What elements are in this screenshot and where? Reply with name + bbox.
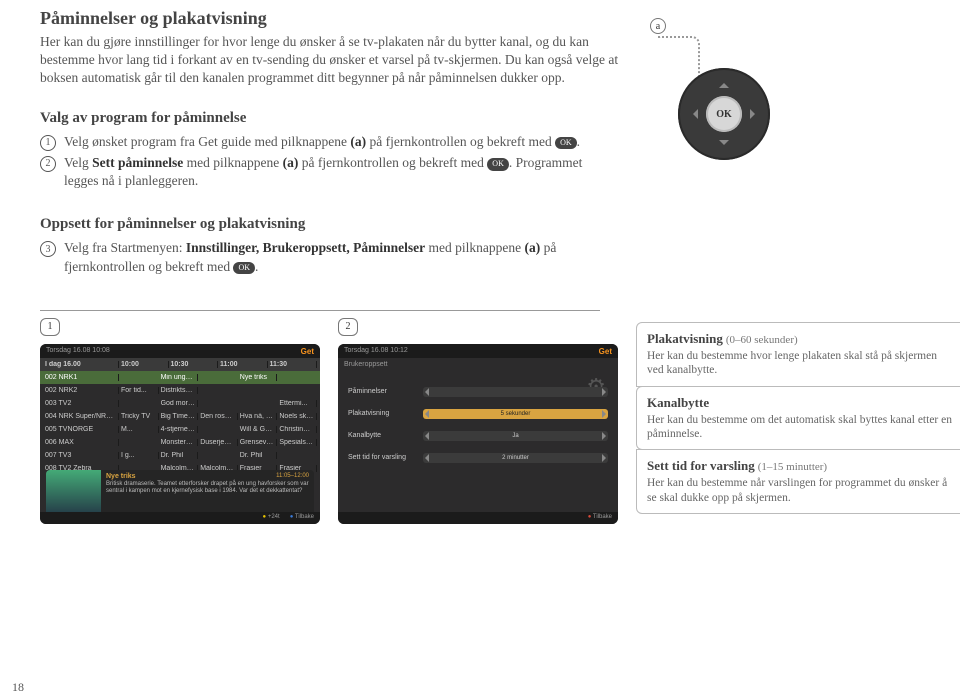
- step-1: 1 Velg ønsket program fra Get guide med …: [40, 133, 620, 151]
- ref-a3: (a): [524, 240, 540, 255]
- step-number-3: 3: [40, 241, 56, 257]
- arrow-right-icon: [750, 109, 760, 119]
- step2-text-b: med pilknappene: [183, 155, 282, 170]
- page-title: Påminnelser og plakatvisning: [40, 8, 620, 29]
- shot1-date: Torsdag 16.08 10:08: [46, 347, 110, 354]
- step3-text-b: med pilknappene: [425, 240, 524, 255]
- step3-bold: Innstillinger, Brukeroppsett, Påminnelse…: [186, 240, 425, 255]
- step3-text-a: Velg fra Startmenyen:: [64, 240, 186, 255]
- info-plakatvisning: Plakatvisning (0–60 sekunder) Her kan du…: [636, 322, 960, 387]
- info3-title: Sett tid for varsling: [647, 458, 755, 473]
- shot2-date: Torsdag 16.08 10:12: [344, 347, 408, 354]
- intro-text: Her kan du gjøre innstillinger for hvor …: [40, 33, 620, 88]
- ok-button: OK: [706, 96, 742, 132]
- ref-a2: (a): [283, 155, 299, 170]
- step2-bold: Sett påminnelse: [92, 155, 183, 170]
- page-number: 18: [12, 680, 24, 695]
- ref-a: (a): [350, 134, 366, 149]
- screenshot-epg: Torsdag 16.08 10:08 Get I dag 16.0010:001…: [40, 344, 320, 524]
- logo-icon-2: Get: [599, 347, 612, 356]
- logo-icon: Get: [301, 347, 314, 356]
- legend-red: Tilbake: [588, 514, 612, 522]
- screenshot-badge-2: 2: [338, 318, 358, 336]
- popup-title: Nye triks: [106, 473, 136, 480]
- dpad: OK: [678, 68, 770, 160]
- info1-title: Plakatvisning: [647, 331, 723, 346]
- step1-text-a: Velg ønsket program fra Get guide med pi…: [64, 134, 350, 149]
- arrow-down-icon: [719, 140, 729, 150]
- step-3: 3 Velg fra Startmenyen: Innstillinger, B…: [40, 239, 620, 275]
- info1-body: Her kan du bestemme hvor lenge plakaten …: [647, 349, 955, 378]
- info-sett-tid: Sett tid for varsling (1–15 minutter) He…: [636, 449, 960, 514]
- epg-header: I dag 16.0010:0010:3011:0011:30: [40, 358, 320, 371]
- screenshot-settings: Torsdag 16.08 10:12Get Brukeroppsett ⚙ P…: [338, 344, 618, 524]
- info-kanalbytte: Kanalbytte Her kan du bestemme om det au…: [636, 386, 960, 451]
- legend-blue: Tilbake: [290, 514, 314, 522]
- marker-a: a: [650, 18, 666, 34]
- step2-text-a: Velg: [64, 155, 92, 170]
- popup-desc: Britisk dramaserie. Teamet etterforsker …: [106, 481, 309, 494]
- screenshot-badge-1: 1: [40, 318, 60, 336]
- breadcrumb: Brukeroppsett: [338, 358, 618, 371]
- ok-chip-2: OK: [487, 158, 509, 171]
- step-2: 2 Velg Sett påminnelse med pilknappene (…: [40, 154, 620, 190]
- step-number-2: 2: [40, 156, 56, 172]
- arrow-left-icon: [688, 109, 698, 119]
- step1-text-b: på fjernkontrollen og bekreft med: [366, 134, 555, 149]
- legend-yellow: +24t: [263, 514, 280, 522]
- popup-time: 11:05–12:00: [276, 473, 309, 480]
- program-popup: Nye triks 11:05–12:00 Britisk dramaserie…: [46, 470, 314, 518]
- info3-body: Her kan du bestemme når varslingen for p…: [647, 476, 955, 505]
- section1-heading: Valg av program for påminnelse: [40, 110, 620, 127]
- info2-title: Kanalbytte: [647, 395, 709, 410]
- section2-heading: Oppsett for påminnelser og plakatvisning: [40, 216, 620, 233]
- ok-chip: OK: [555, 137, 577, 150]
- info1-sub: (0–60 sekunder): [726, 334, 798, 346]
- step2-text-c: på fjernkontrollen og bekreft med: [298, 155, 487, 170]
- popup-thumbnail: [46, 470, 101, 518]
- ok-chip-3: OK: [233, 262, 255, 275]
- info2-body: Her kan du bestemme om det automatisk sk…: [647, 413, 955, 442]
- step-number-1: 1: [40, 135, 56, 151]
- info3-sub: (1–15 minutter): [758, 461, 827, 473]
- arrow-up-icon: [719, 78, 729, 88]
